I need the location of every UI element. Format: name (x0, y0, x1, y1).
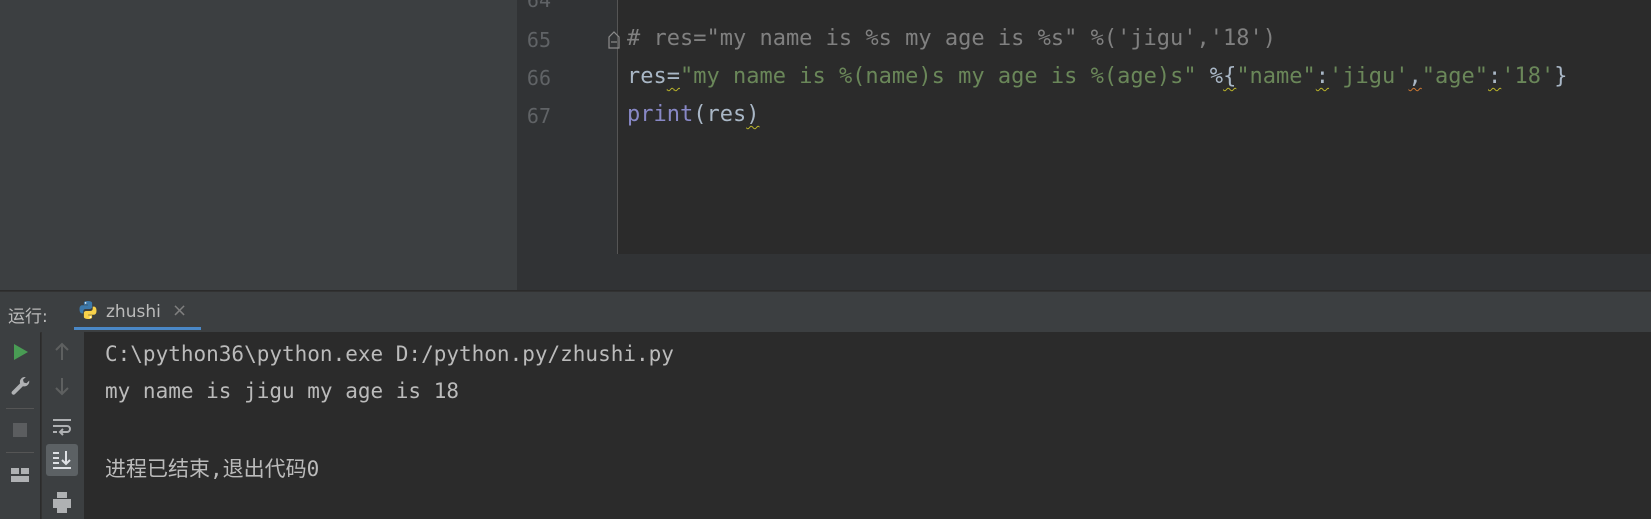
code-token: "name" (1236, 64, 1316, 89)
code-line-assignment[interactable]: res="my name is %(name)s my age is %(age… (627, 64, 1568, 89)
run-toolbar-primary (0, 332, 40, 519)
toolbar-divider (6, 408, 34, 409)
code-token: , (1408, 64, 1422, 89)
code-token: ) (746, 102, 760, 127)
code-token: (res (693, 102, 747, 127)
run-icon[interactable] (6, 338, 34, 366)
code-token: print (627, 102, 694, 127)
console-output[interactable]: C:\python36\python.exe D:/python.py/zhus… (84, 332, 1651, 519)
editor-bottom-area (517, 254, 1651, 290)
wrench-icon[interactable] (6, 372, 34, 400)
print-icon[interactable] (48, 488, 76, 516)
arrow-up-icon[interactable] (48, 338, 76, 366)
code-token: : (1488, 64, 1502, 89)
console-line: C:\python36\python.exe D:/python.py/zhus… (105, 342, 674, 366)
code-line-print[interactable]: print(res) (627, 102, 759, 127)
code-editor[interactable]: 64 65 66 67 # res="my name is %s my age … (517, 0, 1651, 290)
scroll-to-end-button[interactable] (46, 444, 78, 476)
console-line: my name is jigu my age is 18 (105, 379, 460, 403)
code-token: = (666, 64, 680, 89)
line-number: 66 (526, 66, 551, 90)
arrow-down-icon[interactable] (48, 372, 76, 400)
close-icon[interactable]: × (172, 300, 187, 321)
code-token: } (1554, 64, 1568, 89)
python-icon (79, 301, 97, 319)
run-toolbar-secondary (41, 332, 84, 519)
stop-icon[interactable] (6, 416, 34, 444)
line-number: 64 (526, 0, 551, 12)
toolbar-divider (6, 452, 34, 453)
code-token: "age" (1421, 64, 1489, 89)
run-tab-zhushi[interactable]: zhushi × (74, 292, 201, 330)
code-token: % (1196, 64, 1224, 89)
code-token: : (1315, 64, 1330, 89)
layout-icon[interactable] (6, 461, 34, 489)
project-panel (0, 0, 517, 290)
run-tool-window-header: 运行: zhushi × (0, 291, 1651, 333)
code-token: "my name is %(name)s my age is %(age)s" (680, 64, 1197, 89)
code-token: '18' (1501, 64, 1555, 89)
run-label: 运行: (8, 307, 48, 327)
soft-wrap-icon[interactable] (48, 412, 76, 440)
code-line-comment[interactable]: # res="my name is %s my age is %s" %('ji… (627, 26, 1276, 51)
line-number: 65 (526, 28, 551, 52)
scroll-to-end-icon (53, 451, 71, 469)
line-number: 67 (526, 104, 551, 128)
code-token: { (1223, 64, 1237, 89)
run-tab-label: zhushi (106, 302, 161, 322)
fold-marker-icon[interactable] (608, 31, 620, 49)
code-token: 'jigu' (1329, 64, 1409, 89)
code-token: res (627, 64, 667, 89)
console-line: 进程已结束,退出代码0 (105, 457, 320, 481)
